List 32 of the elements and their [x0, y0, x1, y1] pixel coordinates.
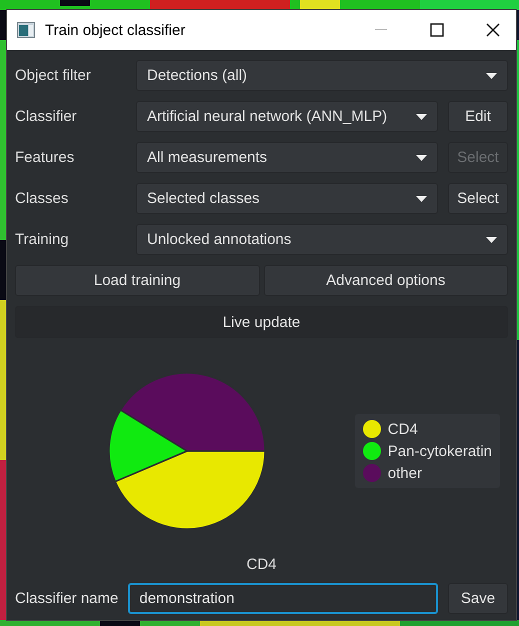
- field-label: Classifier name: [15, 590, 118, 607]
- dropdown[interactable]: Selected classes: [136, 183, 438, 214]
- side-button[interactable]: Select: [448, 183, 508, 214]
- dropdown[interactable]: Artificial neural network (ANN_MLP): [136, 101, 438, 132]
- side-button[interactable]: Edit: [448, 101, 508, 132]
- live-update-button[interactable]: Live update: [15, 306, 508, 338]
- save-button[interactable]: Save: [448, 583, 508, 614]
- legend-label: Pan-cytokeratin: [388, 442, 492, 460]
- dropdown-arrow-icon: [416, 196, 427, 202]
- field-label: Training: [15, 231, 70, 248]
- field-label: Classes: [15, 190, 70, 207]
- app-icon: [17, 22, 35, 38]
- dropdown-arrow-icon: [486, 236, 497, 242]
- legend-label: other: [388, 464, 422, 482]
- action-button[interactable]: Load training: [15, 265, 260, 296]
- dropdown[interactable]: All measurements: [136, 142, 438, 173]
- legend-label: CD4: [388, 420, 418, 438]
- dropdown-arrow-icon: [416, 114, 427, 120]
- window-title: Train object classifier: [45, 22, 186, 38]
- field-label: Features: [15, 149, 76, 166]
- minimize-icon: [375, 29, 387, 31]
- close-icon: [486, 23, 500, 37]
- action-button[interactable]: Advanced options: [264, 265, 508, 296]
- dropdown[interactable]: Detections (all): [136, 60, 508, 91]
- dropdown[interactable]: Unlocked annotations: [136, 224, 508, 255]
- dropdown-arrow-icon: [486, 72, 497, 78]
- field-label: Object filter: [15, 67, 92, 84]
- dropdown-arrow-icon: [416, 154, 427, 160]
- chart-caption: CD4: [245, 556, 278, 573]
- maximize-icon: [430, 23, 444, 37]
- classifier-name-field[interactable]: demonstration: [128, 583, 438, 614]
- field-label: Classifier: [15, 108, 78, 125]
